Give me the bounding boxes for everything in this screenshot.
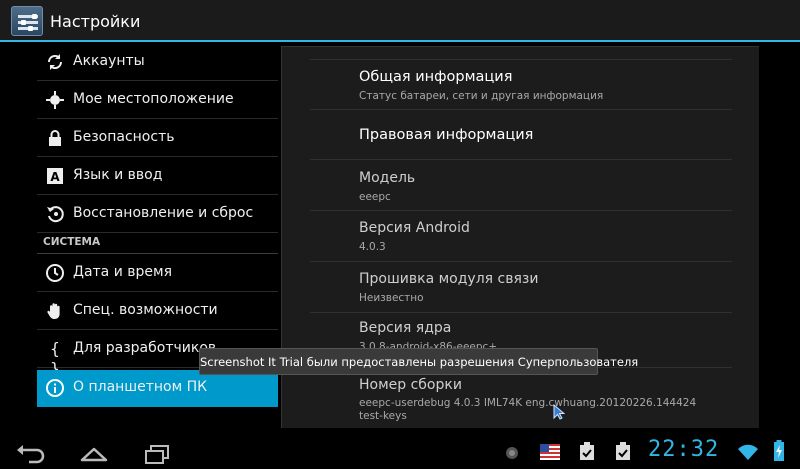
mouse-cursor-icon [553,403,566,420]
wifi-icon[interactable] [737,443,759,461]
clipboard-check-icon[interactable] [578,441,596,460]
about-item-build-number[interactable]: Номер сборки eeepc-userdebug 4.0.3 IML74… [310,367,732,428]
keyboard-letter-icon: A [45,166,65,186]
sidebar-item-label: Мое местоположение [73,91,234,107]
recent-apps-button[interactable] [142,442,172,466]
about-item-title: Версия ядра [359,320,452,336]
sidebar-item-security[interactable]: Безопасность [37,120,278,157]
clipboard-check-icon[interactable] [614,441,632,460]
location-icon [45,90,65,110]
about-item-subtitle: 4.0.3 [359,241,386,253]
app-title: Настройки [50,12,141,31]
sidebar-item-about-tablet[interactable]: О планшетном ПК [37,370,278,407]
about-item-subtitle: eeepc [359,191,391,203]
lock-icon [45,128,65,148]
about-item-legal[interactable]: Правовая информация [310,109,732,159]
about-item-subtitle: eeepc-userdebug 4.0.3 IML74K eng.cwhuang… [359,397,697,422]
about-item-title: Прошивка модуля связи [359,271,539,287]
record-dot-icon[interactable] [503,444,521,462]
sidebar-item-label: Для разработчиков [73,340,217,356]
about-item-baseband: Прошивка модуля связи Неизвестно [310,261,732,312]
us-flag-icon[interactable] [540,444,560,462]
sync-icon [45,52,65,72]
sidebar-item-label: Спец. возможности [73,302,218,318]
sidebar-item-label: О планшетном ПК [73,379,208,395]
restore-icon [45,204,65,224]
settings-sidebar: Аккаунты Мое местоположение Безопасность… [0,44,280,437]
sidebar-item-backup-reset[interactable]: Восстановление и сброс [37,196,278,233]
section-header-label: СИСТЕМА [43,236,101,248]
status-clock[interactable]: 22:32 [648,437,719,462]
system-bar: 22:32 [0,437,800,469]
info-icon [45,378,65,398]
sidebar-item-date-time[interactable]: Дата и время [37,255,278,292]
about-item-model: Модель eeepc [310,159,732,210]
hand-icon [45,301,65,321]
sidebar-item-label: Восстановление и сброс [73,205,254,221]
toast-text: Screenshot It Trial были предоставлены р… [200,355,639,369]
action-bar: Настройки [0,0,800,42]
settings-app-icon[interactable] [11,6,43,36]
sidebar-item-label: Аккаунты [73,53,145,69]
about-item-title: Правовая информация [359,127,534,143]
about-item-title: Версия Android [359,220,470,236]
svg-text:A: A [50,170,60,184]
about-item-title: Номер сборки [359,377,462,393]
sidebar-item-label: Дата и время [73,264,172,280]
battery-charging-icon[interactable] [768,439,790,461]
clock-icon [45,263,65,283]
about-item-android-version[interactable]: Версия Android 4.0.3 [310,210,732,261]
superuser-toast: Screenshot It Trial были предоставлены р… [199,348,639,375]
sidebar-item-label: Безопасность [73,129,175,145]
sidebar-item-accessibility[interactable]: Спец. возможности [37,293,278,330]
sidebar-item-label: Язык и ввод [73,167,163,183]
back-button[interactable] [15,442,47,466]
about-item-title: Модель [359,170,416,186]
about-item-status[interactable]: Общая информация Статус батареи, сети и … [310,59,732,109]
about-item-title: Общая информация [359,69,513,85]
home-button[interactable] [79,442,109,466]
about-item-subtitle: Статус батареи, сети и другая информация [359,90,604,102]
about-item-subtitle: Неизвестно [359,292,424,304]
braces-icon: { } [49,339,61,378]
section-header-system: СИСТЕМА [37,232,278,254]
sidebar-item-accounts[interactable]: Аккаунты [37,44,278,81]
sidebar-item-language[interactable]: A Язык и ввод [37,158,278,195]
sidebar-item-location[interactable]: Мое местоположение [37,82,278,119]
